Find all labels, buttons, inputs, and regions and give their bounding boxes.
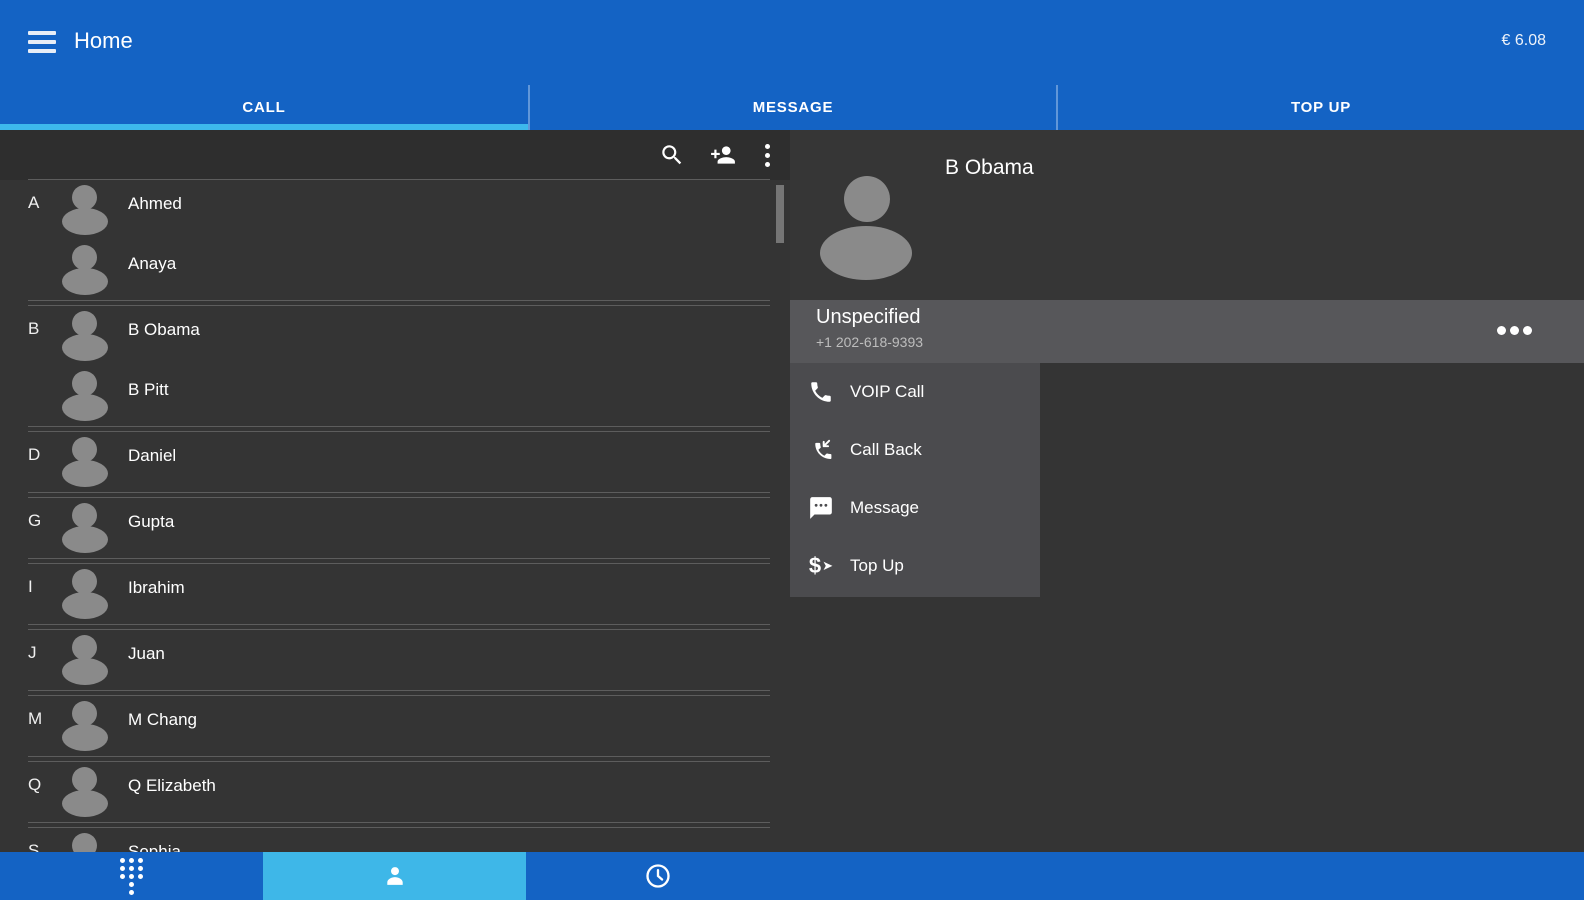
section-letter: D bbox=[28, 445, 62, 465]
search-icon[interactable] bbox=[659, 142, 685, 168]
overflow-menu-icon[interactable] bbox=[761, 142, 774, 169]
balance-amount: € 6.08 bbox=[1502, 32, 1546, 50]
action-label: VOIP Call bbox=[850, 382, 924, 402]
contact-section-m: M M Chang bbox=[28, 695, 770, 757]
contact-avatar-icon bbox=[62, 501, 108, 557]
phone-number-row[interactable]: Unspecified +1 202-618-9393 bbox=[790, 300, 1584, 363]
contact-avatar-icon bbox=[62, 435, 108, 491]
contact-avatar-icon bbox=[62, 765, 108, 821]
nav-contacts[interactable] bbox=[263, 852, 526, 900]
mobilevoip-app-window: Home € 6.08 CALL MESSAGE TOP UP A bbox=[0, 0, 1584, 900]
contact-name: Anaya bbox=[128, 254, 176, 274]
section-letter: G bbox=[28, 511, 62, 531]
bottom-nav-bar bbox=[0, 852, 1584, 900]
tab-top-up-label: TOP UP bbox=[1291, 99, 1351, 116]
tab-strip: CALL MESSAGE TOP UP bbox=[0, 85, 1584, 130]
contact-section-a: A Ahmed Anaya bbox=[28, 180, 770, 301]
top-app-bar: Home € 6.08 bbox=[0, 0, 1584, 85]
contact-name: Q Elizabeth bbox=[128, 776, 216, 796]
contacts-panel: AAhmedAnayaBB ObamaB PittDDanielGGuptaII… bbox=[0, 130, 790, 852]
tab-message-label: MESSAGE bbox=[753, 99, 834, 116]
number-label: Unspecified bbox=[816, 306, 921, 329]
message-icon bbox=[806, 493, 836, 523]
section-letter: J bbox=[28, 643, 62, 663]
history-icon bbox=[644, 862, 672, 890]
call-back-icon bbox=[806, 435, 836, 465]
contact-avatar-icon bbox=[62, 369, 108, 425]
contact-name: Daniel bbox=[128, 446, 176, 466]
contact-list: AAhmedAnayaBB ObamaB PittDDanielGGuptaII… bbox=[0, 180, 790, 852]
contact-avatar-icon bbox=[62, 243, 108, 299]
number-value: +1 202-618-9393 bbox=[816, 334, 923, 350]
contact-section-d: D Daniel bbox=[28, 431, 770, 493]
tab-top-up[interactable]: TOP UP bbox=[1056, 85, 1584, 130]
contact-row[interactable]: Anaya bbox=[28, 240, 770, 300]
action-label: Message bbox=[850, 498, 919, 518]
contact-avatar-icon bbox=[62, 309, 108, 365]
contacts-toolbar bbox=[0, 130, 790, 180]
section-letter: M bbox=[28, 709, 62, 729]
contact-avatar-icon bbox=[62, 699, 108, 755]
tab-call-label: CALL bbox=[242, 99, 285, 116]
number-more-icon[interactable] bbox=[1497, 326, 1532, 335]
contact-section-i: I Ibrahim bbox=[28, 563, 770, 625]
contact-name: Sophia bbox=[128, 842, 181, 852]
action-menu: VOIP Call Call Back Message $➤ Top Up bbox=[790, 363, 1040, 597]
contact-section-s: S Sophia bbox=[28, 827, 770, 852]
contact-name: Gupta bbox=[128, 512, 174, 532]
contact-name: Juan bbox=[128, 644, 165, 664]
add-contact-icon[interactable] bbox=[707, 142, 739, 168]
contact-section-j: J Juan bbox=[28, 629, 770, 691]
contact-avatar-icon bbox=[62, 183, 108, 239]
contact-name: Ahmed bbox=[128, 194, 182, 214]
contact-avatar-icon bbox=[62, 633, 108, 689]
action-label: Top Up bbox=[850, 556, 904, 576]
contacts-icon bbox=[381, 862, 409, 890]
dialpad-icon bbox=[120, 858, 143, 895]
contact-row[interactable]: J Juan bbox=[28, 630, 770, 690]
action-label: Call Back bbox=[850, 440, 922, 460]
nav-dialpad[interactable] bbox=[0, 852, 263, 900]
action-top-up[interactable]: $➤ Top Up bbox=[790, 537, 1040, 595]
section-letter: I bbox=[28, 577, 62, 597]
section-letter: Q bbox=[28, 775, 62, 795]
contact-row[interactable]: D Daniel bbox=[28, 432, 770, 492]
top-up-icon: $➤ bbox=[806, 551, 836, 581]
contact-section-g: G Gupta bbox=[28, 497, 770, 559]
contact-section-b: B B Obama B Pitt bbox=[28, 305, 770, 427]
section-letter: S bbox=[28, 841, 62, 852]
tab-call[interactable]: CALL bbox=[0, 85, 528, 130]
contact-detail-header: B Obama bbox=[790, 130, 1584, 300]
contact-detail-name: B Obama bbox=[945, 156, 1034, 180]
tab-message[interactable]: MESSAGE bbox=[528, 85, 1056, 130]
action-message[interactable]: Message bbox=[790, 479, 1040, 537]
nav-history[interactable] bbox=[526, 852, 789, 900]
menu-icon[interactable] bbox=[28, 31, 56, 53]
contact-section-q: Q Q Elizabeth bbox=[28, 761, 770, 823]
page-title: Home bbox=[74, 28, 133, 54]
contact-name: Ibrahim bbox=[128, 578, 185, 598]
action-call-back[interactable]: Call Back bbox=[790, 421, 1040, 479]
contact-name: B Obama bbox=[128, 320, 200, 340]
section-letter: B bbox=[28, 319, 62, 339]
contact-avatar-icon bbox=[62, 567, 108, 623]
voip-call-icon bbox=[806, 377, 836, 407]
contact-name: B Pitt bbox=[128, 380, 169, 400]
contact-row[interactable]: I Ibrahim bbox=[28, 564, 770, 624]
contact-row[interactable]: G Gupta bbox=[28, 498, 770, 558]
contact-row[interactable]: Q Q Elizabeth bbox=[28, 762, 770, 822]
contact-detail-panel: B Obama Unspecified +1 202-618-9393 VOIP… bbox=[790, 130, 1584, 852]
action-voip-call[interactable]: VOIP Call bbox=[790, 363, 1040, 421]
contact-row[interactable]: A Ahmed bbox=[28, 180, 770, 240]
contact-avatar-icon bbox=[62, 831, 108, 852]
contact-row[interactable]: B Pitt bbox=[28, 366, 770, 426]
section-letter: A bbox=[28, 193, 62, 213]
contact-avatar-large bbox=[820, 170, 912, 288]
contact-name: M Chang bbox=[128, 710, 197, 730]
contact-row[interactable]: S Sophia bbox=[28, 828, 770, 852]
contact-row[interactable]: M M Chang bbox=[28, 696, 770, 756]
contact-row[interactable]: B B Obama bbox=[28, 306, 770, 366]
list-scrollbar-thumb[interactable] bbox=[776, 185, 784, 243]
